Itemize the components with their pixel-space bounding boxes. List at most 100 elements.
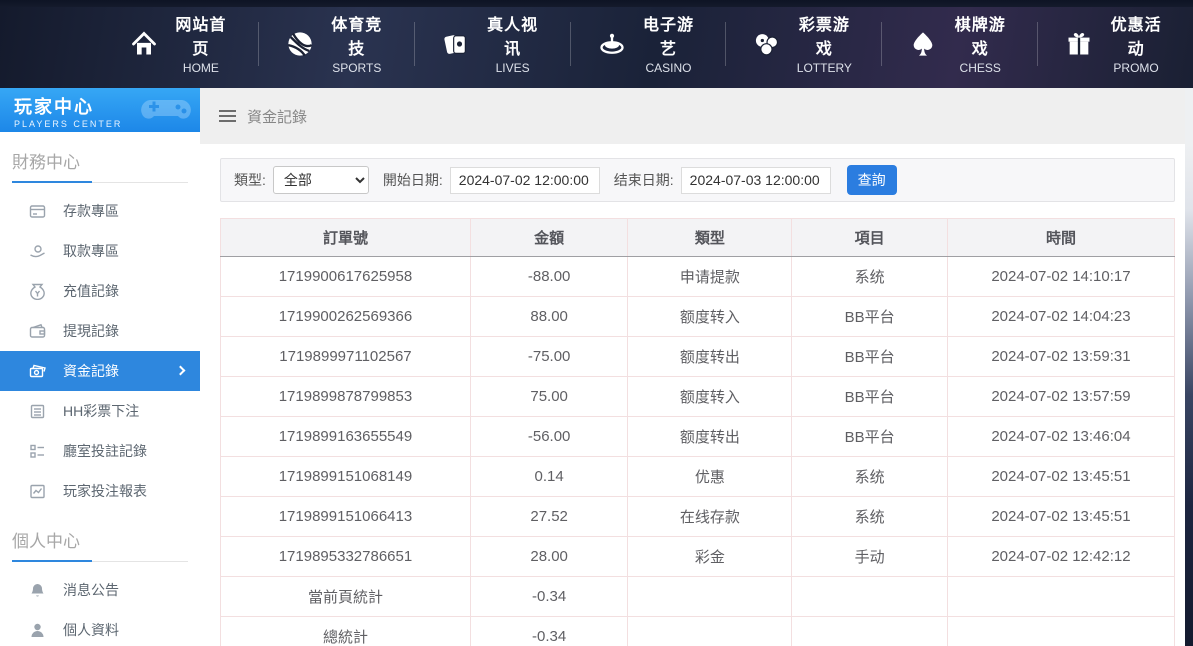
sidebar-item-label: 廳室投註記錄	[63, 441, 147, 461]
sidebar-item-label: 提現記錄	[63, 321, 119, 341]
table-row: 171990026256936688.00额度转入BB平台2024-07-02 …	[221, 297, 1175, 337]
cell-order-no: 1719895332786651	[221, 537, 471, 577]
col-header-order-no: 訂單號	[221, 219, 471, 257]
cell-order-no: 1719899971102567	[221, 337, 471, 377]
summary-amount: -0.34	[470, 617, 627, 646]
cell-order-no: 1719899163655549	[221, 417, 471, 457]
cell-item: BB平台	[792, 297, 948, 337]
menu-toggle-icon[interactable]	[219, 110, 236, 122]
nav-label-cn: 棋牌游戏	[955, 17, 1006, 58]
sidebar-item-label: 消息公告	[63, 580, 119, 600]
withdraw-hand-icon	[29, 243, 46, 260]
sidebar-item-withdrawal-records[interactable]: 提現記錄	[0, 311, 200, 351]
report-chart-icon	[29, 483, 46, 500]
cell-item: 系统	[792, 257, 948, 297]
summary-row-current-page: 當前頁統計-0.34	[221, 577, 1175, 617]
nav-label-cn: 彩票游戏	[799, 17, 850, 58]
col-header-time: 時間	[947, 219, 1174, 257]
cell-amount: 88.00	[470, 297, 627, 337]
cell-amount: -56.00	[470, 417, 627, 457]
cell-time: 2024-07-02 13:57:59	[947, 377, 1174, 417]
sidebar-header: 玩家中心 PLAYERS CENTER	[0, 88, 200, 132]
cell-amount: -75.00	[470, 337, 627, 377]
top-navigation: 网站首页HOME 体育竞技SPORTS 真人视讯LIVES 电子游艺CASINO…	[0, 0, 1193, 88]
cell-type: 额度转入	[628, 297, 792, 337]
cell-item: BB平台	[792, 377, 948, 417]
end-date-input[interactable]	[681, 167, 831, 194]
cell-type: 额度转出	[628, 337, 792, 377]
query-button[interactable]: 查詢	[847, 165, 897, 195]
sidebar-item-label: 存款專區	[63, 201, 119, 221]
cell-type: 彩金	[628, 537, 792, 577]
gift-icon	[1065, 30, 1093, 58]
cell-item: BB平台	[792, 417, 948, 457]
page-title: 資金記錄	[247, 106, 307, 127]
sidebar-item-announcements[interactable]: 消息公告	[0, 570, 200, 610]
sidebar-item-hall-bet-records[interactable]: 廳室投註記錄	[0, 431, 200, 471]
sports-ball-icon	[286, 30, 314, 58]
sidebar: 玩家中心 PLAYERS CENTER 財務中心 存款專區 取款專區 充值記錄 …	[0, 88, 200, 646]
nav-item-lottery[interactable]: 彩票游戏LOTTERY	[725, 22, 881, 66]
sidebar-item-label: 充值記錄	[63, 281, 119, 301]
nav-item-casino[interactable]: 电子游艺CASINO	[570, 22, 726, 66]
cell-order-no: 1719900617625958	[221, 257, 471, 297]
nav-label-en: PROMO	[1113, 61, 1158, 75]
cell-type: 优惠	[628, 457, 792, 497]
cell-item: BB平台	[792, 337, 948, 377]
col-header-type: 類型	[628, 219, 792, 257]
sidebar-item-recharge-records[interactable]: 充值記錄	[0, 271, 200, 311]
table-row: 171989915106641327.52在线存款系统2024-07-02 13…	[221, 497, 1175, 537]
right-edge-strip	[1185, 88, 1193, 646]
breadcrumb: 資金記錄	[200, 88, 1185, 144]
sidebar-item-label: 玩家投注報表	[63, 481, 147, 501]
cell-type: 额度转出	[628, 417, 792, 457]
sidebar-item-deposit-zone[interactable]: 存款專區	[0, 191, 200, 231]
cell-time: 2024-07-02 14:10:17	[947, 257, 1174, 297]
sidebar-item-hh-lottery-bets[interactable]: HH彩票下注	[0, 391, 200, 431]
nav-item-home[interactable]: 网站首页HOME	[103, 22, 258, 66]
start-date-label: 開始日期:	[383, 170, 443, 190]
finance-menu: 存款專區 取款專區 充值記錄 提現記錄 資金記錄 HH彩票下注	[0, 191, 200, 511]
cell-order-no: 1719899878799853	[221, 377, 471, 417]
cell-item: 手动	[792, 537, 948, 577]
roulette-icon	[598, 30, 626, 58]
table-row: 17198991510681490.14优惠系统2024-07-02 13:45…	[221, 457, 1175, 497]
cell-amount: -88.00	[470, 257, 627, 297]
table-header-row: 訂單號 金額 類型 項目 時間	[221, 219, 1175, 257]
money-bag-icon	[29, 283, 46, 300]
cell-time: 2024-07-02 13:45:51	[947, 497, 1174, 537]
summary-amount: -0.34	[470, 577, 627, 617]
personal-section-title: 個人中心	[12, 527, 188, 562]
col-header-item: 項目	[792, 219, 948, 257]
cell-time: 2024-07-02 13:45:51	[947, 457, 1174, 497]
end-date-label: 结束日期:	[614, 170, 674, 190]
cell-time: 2024-07-02 12:42:12	[947, 537, 1174, 577]
cell-type: 在线存款	[628, 497, 792, 537]
finance-section-title: 財務中心	[12, 148, 188, 183]
document-icon	[29, 403, 46, 420]
nav-label-cn: 真人视讯	[487, 17, 538, 58]
cell-order-no: 1719899151068149	[221, 457, 471, 497]
type-select[interactable]: 全部	[273, 166, 369, 194]
cell-time: 2024-07-02 13:46:04	[947, 417, 1174, 457]
chevron-right-icon	[176, 366, 186, 376]
cell-amount: 75.00	[470, 377, 627, 417]
lottery-balls-icon	[753, 30, 781, 58]
start-date-input[interactable]	[450, 167, 600, 194]
table-row: 171989987879985375.00额度转入BB平台2024-07-02 …	[221, 377, 1175, 417]
nav-label-en: CHESS	[960, 61, 1001, 75]
nav-item-sports[interactable]: 体育竞技SPORTS	[258, 22, 414, 66]
home-icon	[130, 30, 158, 58]
sidebar-item-player-bet-report[interactable]: 玩家投注報表	[0, 471, 200, 511]
nav-item-promo[interactable]: 优惠活动PROMO	[1037, 22, 1193, 66]
gamepad-decoration-icon	[140, 92, 192, 128]
sidebar-item-funds-records[interactable]: 資金記錄	[0, 351, 200, 391]
nav-label-en: CASINO	[646, 61, 692, 75]
sidebar-item-withdraw-zone[interactable]: 取款專區	[0, 231, 200, 271]
cell-item: 系统	[792, 497, 948, 537]
nav-item-lives[interactable]: 真人视讯LIVES	[414, 22, 570, 66]
nav-item-chess[interactable]: 棋牌游戏CHESS	[881, 22, 1037, 66]
sidebar-item-profile[interactable]: 個人資料	[0, 610, 200, 646]
cell-item: 系统	[792, 457, 948, 497]
user-icon	[29, 622, 46, 639]
